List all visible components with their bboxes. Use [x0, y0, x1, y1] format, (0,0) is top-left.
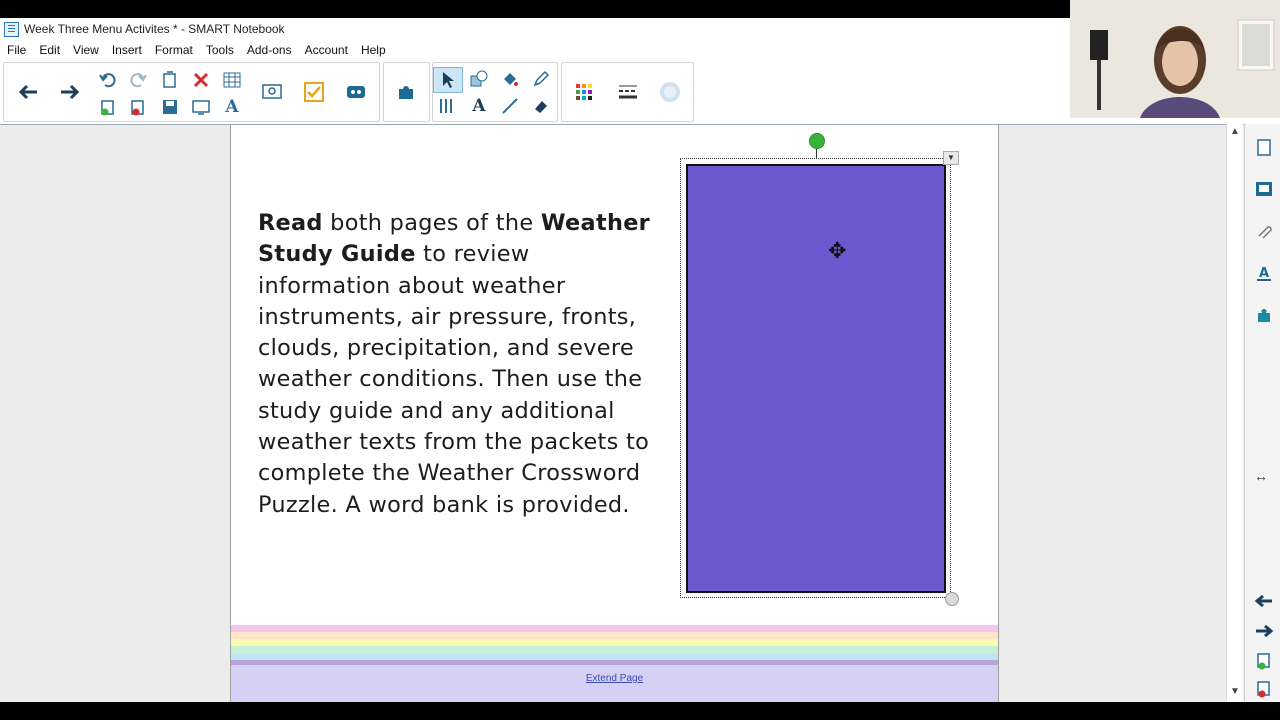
add-ons-icon[interactable]	[386, 67, 426, 117]
toolbar-group-addons	[383, 62, 430, 122]
select-icon[interactable]	[433, 67, 463, 93]
scroll-down-icon[interactable]: ▼	[1229, 686, 1241, 697]
toolbar-group-tools: A	[432, 62, 558, 122]
save-icon[interactable]	[156, 95, 184, 119]
fill-icon[interactable]	[496, 67, 524, 91]
move-cursor-icon: ✥	[828, 238, 847, 263]
presenter-video-image	[1070, 0, 1280, 118]
page-delete-icon[interactable]	[124, 95, 152, 119]
instructions-part-2: both pages of the	[322, 210, 541, 236]
menu-view[interactable]: View	[66, 43, 105, 57]
attachments-icon[interactable]	[1251, 218, 1277, 244]
menu-bar: File Edit View Insert Format Tools Add-o…	[0, 40, 1070, 60]
purple-rectangle-shape[interactable]	[686, 164, 946, 593]
forward-arrow-icon[interactable]	[50, 67, 90, 117]
line-style-icon[interactable]	[608, 67, 648, 117]
new-page-icon[interactable]	[156, 68, 184, 92]
instructions-part-4: to review information about weather inst…	[258, 241, 650, 518]
notebook-page[interactable]: Read both pages of the Weather Study Gui…	[230, 125, 999, 703]
toolbar-group-properties	[561, 62, 694, 122]
menu-account[interactable]: Account	[298, 43, 354, 57]
menu-file[interactable]: File	[0, 43, 32, 57]
sidebar-resize-icon[interactable]: ↔	[1254, 468, 1268, 484]
gallery-icon[interactable]	[1251, 176, 1277, 202]
stripe-peach	[231, 632, 998, 639]
delete-page-icon[interactable]	[1251, 676, 1277, 702]
line-icon[interactable]	[496, 94, 524, 118]
extend-page-link[interactable]: Extend Page	[231, 673, 998, 684]
workspace: Read both pages of the Weather Study Gui…	[0, 124, 1244, 703]
object-menu-handle[interactable]: ▼	[943, 151, 959, 165]
scroll-up-icon[interactable]: ▲	[1229, 126, 1241, 137]
resize-handle[interactable]	[945, 592, 959, 606]
smart-notebook-window: Week Three Menu Activites * - SMART Note…	[0, 0, 1280, 703]
table-icon[interactable]	[218, 68, 246, 92]
add-page-icon[interactable]	[1251, 648, 1277, 674]
window-title: Week Three Menu Activites * - SMART Note…	[24, 22, 285, 36]
screen-bottom-bar	[0, 702, 1280, 720]
magic-pen-icon[interactable]	[433, 94, 461, 118]
toolbar-group-main: A	[3, 62, 380, 122]
activity-builder-icon[interactable]	[294, 67, 334, 117]
response-icon[interactable]	[336, 67, 376, 117]
text-icon[interactable]: A	[218, 95, 246, 119]
menu-add-ons[interactable]: Add-ons	[240, 43, 298, 57]
stripe-lavender	[231, 665, 998, 703]
stripe-pink	[231, 625, 998, 632]
back-arrow-icon[interactable]	[8, 67, 48, 117]
menu-tools[interactable]: Tools	[199, 43, 240, 57]
page-forward-icon[interactable]	[1251, 618, 1277, 644]
webcam-overlay	[1070, 0, 1280, 118]
menu-help[interactable]: Help	[354, 43, 392, 57]
open-icon[interactable]	[94, 95, 122, 119]
stripe-green	[231, 646, 998, 653]
eraser-icon[interactable]	[527, 94, 555, 118]
page-sorter-icon[interactable]	[1251, 134, 1277, 160]
add-ons-icon[interactable]	[1251, 302, 1277, 328]
properties-icon[interactable]: A	[1251, 260, 1277, 286]
page-back-icon[interactable]	[1251, 588, 1277, 614]
text-tool-icon[interactable]: A	[465, 94, 493, 118]
rotate-handle[interactable]	[809, 133, 825, 149]
toolbar: A A	[0, 62, 1070, 122]
notebook-app-icon	[4, 21, 19, 37]
pen-icon[interactable]	[527, 67, 555, 91]
transparency-icon[interactable]	[650, 67, 690, 117]
screen-shade-icon[interactable]	[187, 95, 215, 119]
instructions-text[interactable]: Read both pages of the Weather Study Gui…	[258, 208, 658, 521]
menu-edit[interactable]: Edit	[32, 43, 66, 57]
shapes-icon[interactable]	[465, 67, 493, 91]
svg-text:A: A	[1259, 266, 1269, 281]
menu-insert[interactable]: Insert	[105, 43, 148, 57]
color-palette-icon[interactable]	[564, 67, 604, 117]
title-bar: Week Three Menu Activites * - SMART Note…	[0, 18, 1070, 40]
stripe-blue	[231, 653, 998, 660]
stripe-yellow	[231, 639, 998, 646]
right-sidebar: A	[1244, 124, 1280, 702]
vertical-scrollbar[interactable]: ▲ ▼	[1226, 124, 1243, 702]
delete-icon[interactable]	[187, 68, 215, 92]
redo-icon[interactable]	[124, 68, 152, 92]
menu-format[interactable]: Format	[148, 43, 199, 57]
instructions-part-1: Read	[258, 210, 323, 236]
undo-icon[interactable]	[94, 68, 122, 92]
document-camera-icon[interactable]	[252, 67, 292, 117]
